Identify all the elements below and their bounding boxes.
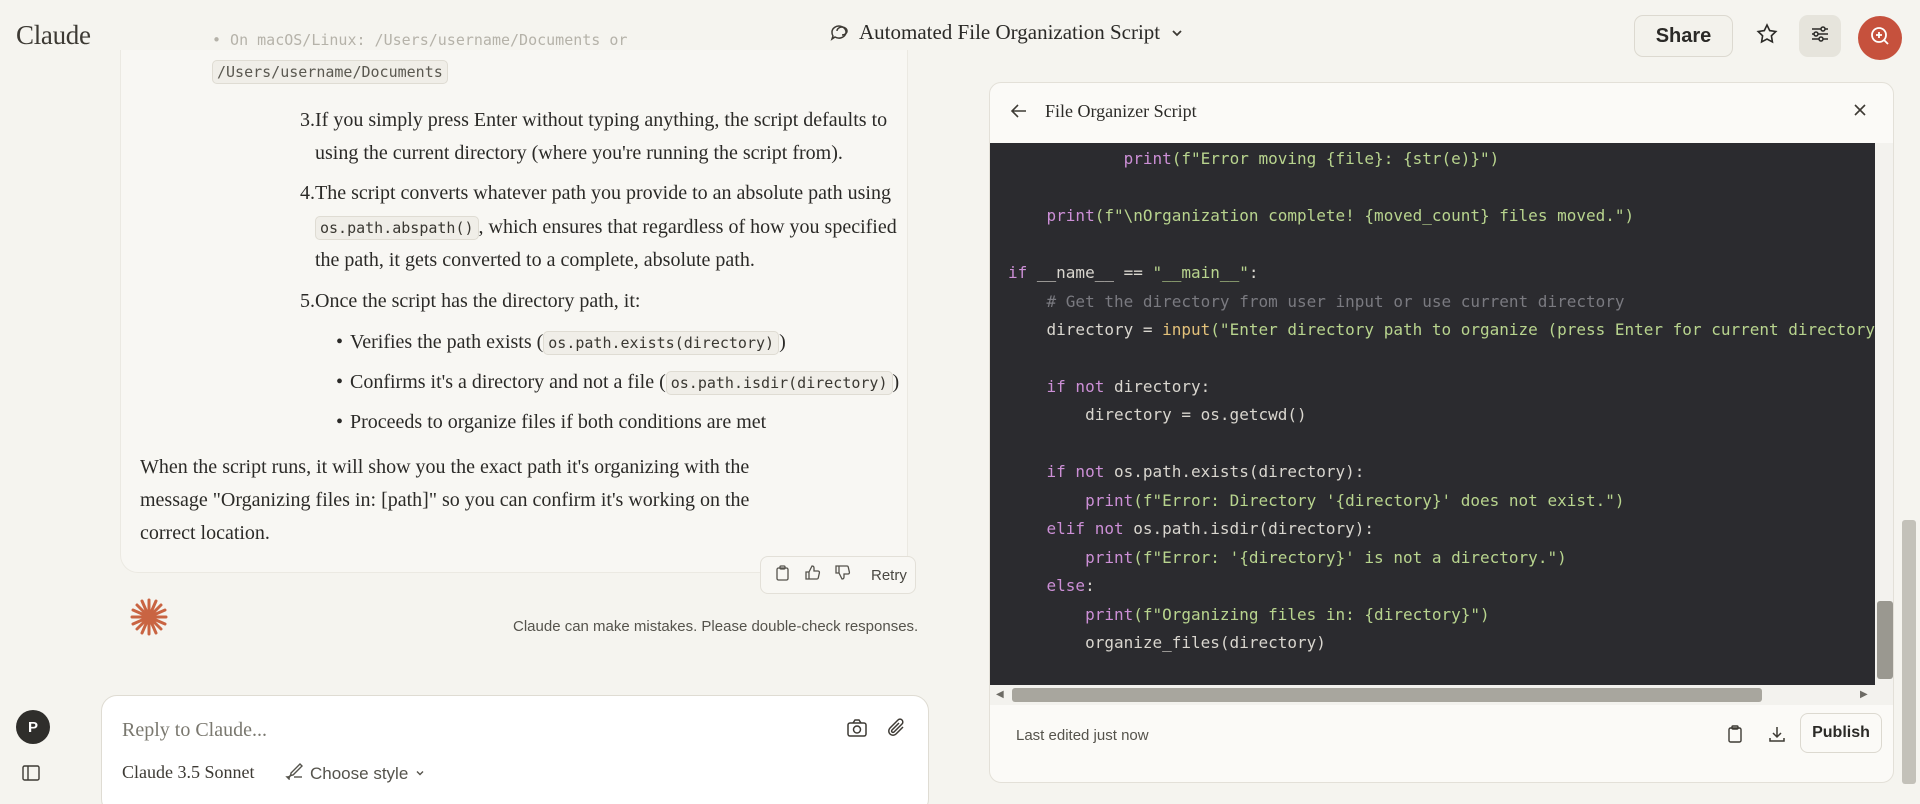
code-line: if not directory: xyxy=(1046,377,1211,396)
retry-button[interactable]: Retry xyxy=(871,567,907,584)
chat-bubble-icon xyxy=(829,23,849,43)
chat-title-text: Automated File Organization Script xyxy=(859,20,1161,44)
faded-list-text: • On macOS/Linux: /Users/username/Docume… xyxy=(212,31,628,49)
bullet-item: Proceeds to organize files if both condi… xyxy=(350,411,767,433)
copy-button[interactable] xyxy=(769,562,795,588)
claude-spark-icon xyxy=(128,596,170,643)
avatar-icon xyxy=(1868,24,1892,53)
bullet-text: Confirms it's a directory and not a file… xyxy=(350,371,666,393)
artifact-footer: Last edited just now Publish xyxy=(990,705,1893,782)
app-logo[interactable]: Claude xyxy=(16,20,91,51)
artifact-title: File Organizer Script xyxy=(1045,101,1197,121)
brush-icon xyxy=(284,762,304,785)
chevron-down-icon xyxy=(1170,26,1184,40)
list-item-text: The script converts whatever path you pr… xyxy=(315,182,891,204)
thumbs-up-button[interactable] xyxy=(799,562,825,588)
thumbs-up-icon xyxy=(804,564,821,586)
thumbs-down-icon xyxy=(834,564,851,586)
user-avatar[interactable]: P xyxy=(16,710,50,744)
sliders-icon xyxy=(1809,23,1831,50)
code-comment: # Get the directory from user input or u… xyxy=(1008,292,1625,311)
vertical-scroll-thumb[interactable] xyxy=(1877,601,1893,679)
inline-code: os.path.abspath() xyxy=(315,216,479,240)
code-line: elif not os.path.isdir(directory): xyxy=(1046,519,1375,538)
paperclip-icon[interactable] xyxy=(887,718,907,743)
artifact-panel: File Organizer Script print(f"Error movi… xyxy=(989,82,1894,783)
bullet-text: ) xyxy=(779,331,786,353)
reply-composer[interactable]: Reply to Claude... Claude 3.5 Sonnet Cho… xyxy=(101,695,929,804)
code-line: else: xyxy=(1046,576,1095,595)
chevron-down-icon xyxy=(414,764,426,784)
reply-input[interactable]: Reply to Claude... xyxy=(122,719,267,742)
settings-sliders-button[interactable] xyxy=(1799,15,1841,57)
faded-path-row: /Users/username/Documents xyxy=(212,60,448,84)
code-line: print(f"Error moving {file}: {str(e)}") xyxy=(1123,149,1500,168)
inline-code: /Users/username/Documents xyxy=(212,60,448,84)
bullet-text: Verifies the path exists ( xyxy=(350,331,544,353)
star-button[interactable] xyxy=(1746,15,1788,57)
list-item-text: , which ensures that regardless of how y… xyxy=(478,216,897,238)
code-viewer[interactable]: print(f"Error moving {file}: {str(e)}") … xyxy=(990,143,1893,685)
camera-icon[interactable] xyxy=(846,718,868,743)
list-number: 5. xyxy=(300,290,315,312)
list-item-text: the path, it gets converted to a complet… xyxy=(315,249,755,271)
page-scrollbar-thumb[interactable] xyxy=(1902,520,1916,784)
copy-icon[interactable] xyxy=(1727,725,1743,748)
bullet: • xyxy=(336,331,344,353)
list-item-text: If you simply press Enter without typing… xyxy=(315,109,888,131)
list-item-text: using the current directory (where you'r… xyxy=(315,142,843,164)
code-line: directory = os.getcwd() xyxy=(1008,405,1307,424)
bullet-item: Verifies the path exists (os.path.exists… xyxy=(350,326,970,360)
paragraph-line: message "Organizing files in: [path]" so… xyxy=(140,489,750,511)
style-label: Choose style xyxy=(310,763,409,783)
thumbs-down-button[interactable] xyxy=(829,562,855,588)
code-line: if not os.path.exists(directory): xyxy=(1046,462,1365,481)
account-avatar-button[interactable] xyxy=(1858,16,1902,60)
bullet: • xyxy=(336,371,344,393)
message-action-bar: Retry xyxy=(760,556,916,594)
paragraph-line: correct location. xyxy=(140,522,270,544)
back-arrow-icon[interactable] xyxy=(1010,103,1028,124)
list-item-text: Once the script has the directory path, … xyxy=(315,290,641,312)
chat-title-dropdown[interactable]: Automated File Organization Script xyxy=(829,20,1184,45)
publish-button[interactable]: Publish xyxy=(1800,713,1882,753)
inline-code: os.path.isdir(directory) xyxy=(665,371,893,395)
code-line: directory = input("Enter directory path … xyxy=(1008,320,1894,339)
model-selector[interactable]: Claude 3.5 Sonnet xyxy=(122,762,255,783)
last-edited-status: Last edited just now xyxy=(1016,727,1149,744)
scroll-right-icon[interactable]: ▶ xyxy=(1860,689,1868,700)
scroll-left-icon[interactable]: ◀ xyxy=(996,689,1004,700)
close-icon[interactable] xyxy=(1852,102,1868,123)
code-block: print(f"Error moving {file}: {str(e)}") … xyxy=(1008,143,1893,652)
code-line: print(f"Organizing files in: {directory}… xyxy=(1085,605,1490,624)
copy-icon xyxy=(775,564,790,586)
share-button[interactable]: Share xyxy=(1634,15,1733,57)
download-icon[interactable] xyxy=(1768,725,1786,748)
star-icon xyxy=(1755,22,1779,51)
code-line: print(f"Error: Directory '{directory}' d… xyxy=(1085,491,1625,510)
code-line: print(f"Error: '{directory}' is not a di… xyxy=(1085,548,1567,567)
horizontal-scrollbar[interactable]: ◀ ▶ xyxy=(990,685,1893,705)
bullet-item: Confirms it's a directory and not a file… xyxy=(350,366,970,400)
bullet: • xyxy=(336,411,344,433)
sidebar-icon[interactable] xyxy=(22,765,40,786)
style-picker[interactable]: Choose style xyxy=(284,762,426,785)
bullet-text: ) xyxy=(892,371,900,393)
inline-code: os.path.exists(directory) xyxy=(543,331,780,355)
disclaimer-text: Claude can make mistakes. Please double-… xyxy=(513,618,919,635)
list-number: 4. xyxy=(300,182,315,204)
list-item-line: os.path.abspath(), which ensures that re… xyxy=(315,211,975,245)
code-line: organize_files(directory) xyxy=(1008,633,1326,652)
list-number: 3. xyxy=(300,109,315,131)
code-line: if __name__ == "__main__": xyxy=(1008,263,1259,282)
paragraph-line: When the script runs, it will show you t… xyxy=(140,456,750,478)
artifact-header: File Organizer Script xyxy=(990,83,1893,143)
code-line: print(f"\nOrganization complete! {moved_… xyxy=(1046,206,1635,225)
horizontal-scroll-thumb[interactable] xyxy=(1012,688,1762,702)
